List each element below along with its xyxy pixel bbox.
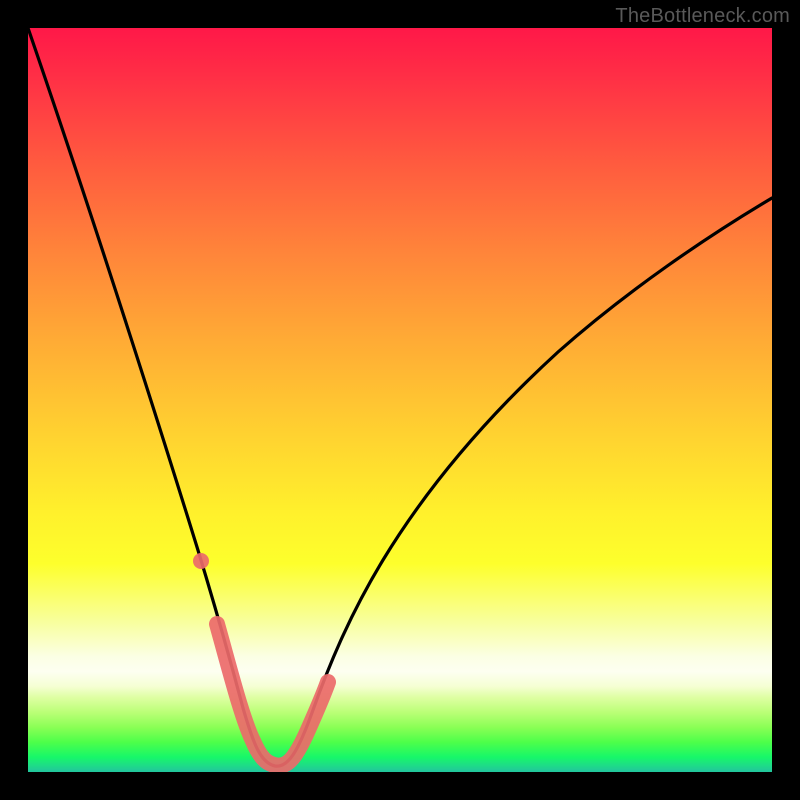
bottleneck-curve [28, 28, 772, 766]
chart-frame: TheBottleneck.com [0, 0, 800, 800]
chart-svg [28, 28, 772, 772]
watermark-text: TheBottleneck.com [615, 5, 790, 28]
plot-area [28, 28, 772, 772]
glow-dot-icon [193, 553, 209, 569]
glow-path [217, 624, 328, 766]
